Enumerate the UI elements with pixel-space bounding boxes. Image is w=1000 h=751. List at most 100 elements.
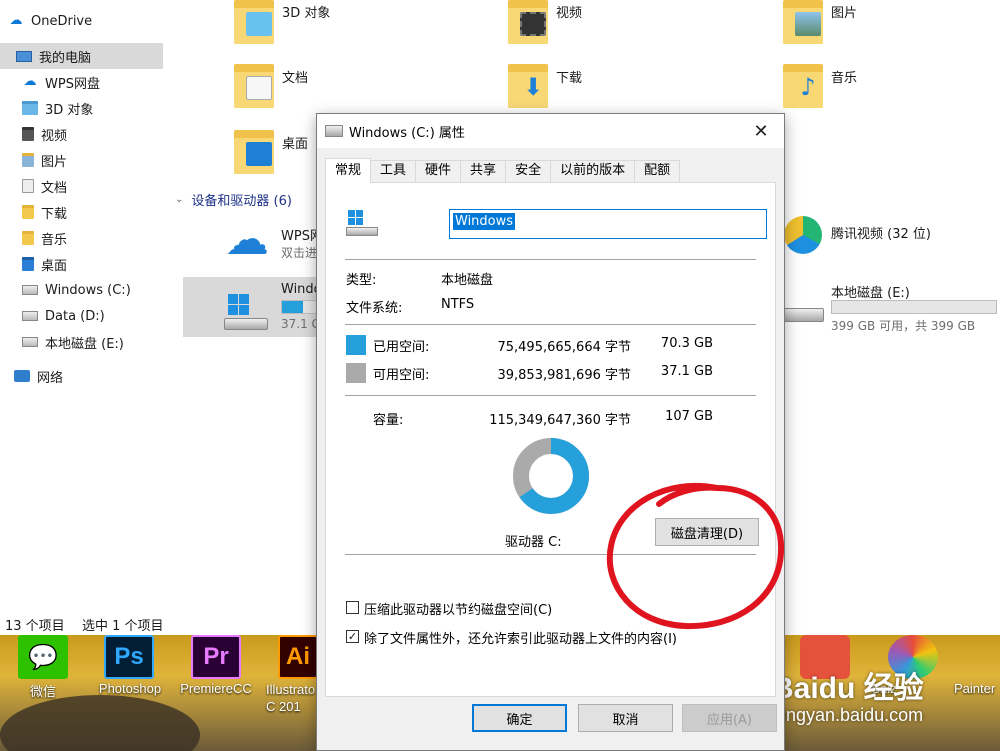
devices-section-header[interactable]: ⌄ 设备和驱动器 (6) <box>175 190 292 209</box>
nav-item-label: OneDrive <box>31 13 93 29</box>
folder-downloads[interactable]: ⬇ <box>508 64 548 108</box>
nav-item-drive-c[interactable]: Windows (C:) <box>0 277 163 303</box>
wps-cloud-icon: ☁ <box>225 214 269 265</box>
wechat-icon[interactable]: 💬 <box>18 635 68 679</box>
windows-drive-icon <box>224 294 270 334</box>
nav-item-label: 本地磁盘 (E:) <box>45 336 124 352</box>
premiere-icon[interactable]: Pr <box>191 635 241 679</box>
video-folder-icon <box>22 127 34 141</box>
cloud-icon: ☁ <box>9 13 23 28</box>
drive-name-input[interactable]: Windows <box>449 209 767 239</box>
capacity-gb: 107 GB <box>665 409 713 424</box>
section-header-label: 设备和驱动器 (6) <box>191 194 292 209</box>
tencent-video-icon <box>784 216 822 254</box>
nav-item-label: 网络 <box>37 370 64 386</box>
compress-checkbox[interactable] <box>346 601 359 614</box>
document-folder-icon <box>22 179 34 193</box>
computer-icon <box>16 50 32 62</box>
folder-label: 3D 对象 <box>282 6 331 21</box>
free-space-gb: 37.1 GB <box>660 364 713 379</box>
folder-desktop[interactable] <box>234 130 274 174</box>
nav-item-downloads[interactable]: 下载 <box>0 199 163 225</box>
dock-label-illustrator: Illustrato C 201 <box>266 682 316 714</box>
nav-item-label: 图片 <box>41 154 68 170</box>
cancel-button[interactable]: 取消 <box>578 704 673 732</box>
baidu-watermark-url: jingyan.baidu.com <box>778 705 924 725</box>
dialog-title: Windows (C:) 属性 <box>349 125 465 141</box>
close-button[interactable]: ✕ <box>738 114 784 148</box>
film-icon <box>520 12 546 36</box>
folder-label: 视频 <box>556 6 583 21</box>
nav-item-drive-e[interactable]: 本地磁盘 (E:) <box>0 329 163 355</box>
folder-icon <box>22 101 38 115</box>
baidu-watermark: Baidu 经验 <box>772 672 924 705</box>
compress-label: 压缩此驱动器以节约磁盘空间(C) <box>364 603 553 618</box>
dock-label-photoshop: Photoshop <box>98 681 162 696</box>
drive-c-usage-bar <box>281 300 317 314</box>
folder-label: 图片 <box>831 6 858 21</box>
used-space-bytes: 75,495,665,664 字节 <box>497 340 631 355</box>
dialog-titlebar[interactable]: Windows (C:) 属性 ✕ <box>317 114 784 148</box>
nav-item-documents[interactable]: 文档 <box>0 173 163 199</box>
nav-item-music[interactable]: 音乐 <box>0 225 163 251</box>
disk-cleanup-button[interactable]: 磁盘清理(D) <box>655 518 759 546</box>
nav-item-label: 文档 <box>41 180 68 196</box>
nav-item-this-pc[interactable]: 我的电脑 <box>0 43 163 69</box>
tab-quota[interactable]: 配额 <box>634 160 681 182</box>
properties-dialog: Windows (C:) 属性 ✕ 常规 工具 硬件 共享 安全 以前的版本 配… <box>316 113 785 751</box>
drive-icon <box>22 285 38 295</box>
document-icon <box>246 76 272 100</box>
folder-label: 下载 <box>556 71 583 86</box>
folder-3d-objects[interactable] <box>234 0 274 44</box>
type-value: 本地磁盘 <box>441 273 494 288</box>
tencent-video-name[interactable]: 腾讯视频 (32 位) <box>831 223 931 242</box>
nav-item-drive-d[interactable]: Data (D:) <box>0 303 163 329</box>
index-checkbox[interactable]: ✓ <box>346 630 359 643</box>
desktop-icon <box>246 142 272 166</box>
nav-item-desktop[interactable]: 桌面 <box>0 251 163 277</box>
folder-pictures[interactable] <box>783 0 823 44</box>
cloud-icon: ☁ <box>23 74 37 89</box>
folder-videos[interactable] <box>508 0 548 44</box>
chevron-down-icon: ⌄ <box>175 194 184 205</box>
drive-name-value: Windows <box>453 213 516 230</box>
tab-previous-versions[interactable]: 以前的版本 <box>550 160 636 182</box>
tab-security[interactable]: 安全 <box>505 160 552 182</box>
divider <box>345 259 756 260</box>
drive-e-usage-bar <box>831 300 997 314</box>
cube-icon <box>246 12 272 36</box>
tab-tools[interactable]: 工具 <box>370 160 417 182</box>
tab-sharing[interactable]: 共享 <box>460 160 507 182</box>
dock-label-painter: Painter <box>954 681 996 696</box>
drive-icon <box>22 337 38 347</box>
folder-label: 音乐 <box>831 71 858 86</box>
photoshop-icon[interactable]: Ps <box>104 635 154 679</box>
nav-item-onedrive[interactable]: ☁ OneDrive <box>8 8 163 34</box>
ok-button[interactable]: 确定 <box>472 704 567 732</box>
free-space-bytes: 39,853,981,696 字节 <box>497 368 631 383</box>
dock-label-premiere: PremiereCC <box>180 681 252 696</box>
type-label: 类型: <box>346 273 377 288</box>
nav-item-pictures[interactable]: 图片 <box>0 147 163 173</box>
nav-item-label: 桌面 <box>41 258 68 274</box>
status-item-count: 13 个项目 <box>5 619 65 634</box>
tab-general[interactable]: 常规 <box>325 158 372 183</box>
drive-e-name[interactable]: 本地磁盘 (E:) <box>831 282 910 301</box>
tab-hardware[interactable]: 硬件 <box>415 160 462 182</box>
illustrator-icon[interactable]: Ai <box>278 635 318 679</box>
nav-item-3d-objects[interactable]: 3D 对象 <box>0 95 163 121</box>
folder-documents[interactable] <box>234 64 274 108</box>
free-space-label: 可用空间: <box>373 368 430 383</box>
nav-item-label: 我的电脑 <box>39 50 92 66</box>
nav-item-videos[interactable]: 视频 <box>0 121 163 147</box>
nav-item-wps-drive[interactable]: ☁ WPS网盘 <box>0 69 163 95</box>
tab-bar: 常规 工具 硬件 共享 安全 以前的版本 配额 <box>325 158 681 183</box>
divider <box>345 324 756 325</box>
download-folder-icon <box>22 205 34 219</box>
nav-item-network[interactable]: 网络 <box>0 363 163 389</box>
music-folder-icon <box>22 231 34 245</box>
folder-music[interactable]: ♪ <box>783 64 823 108</box>
apply-button[interactable]: 应用(A) <box>682 704 777 732</box>
network-icon <box>14 370 30 382</box>
used-space-gb: 70.3 GB <box>660 336 713 351</box>
